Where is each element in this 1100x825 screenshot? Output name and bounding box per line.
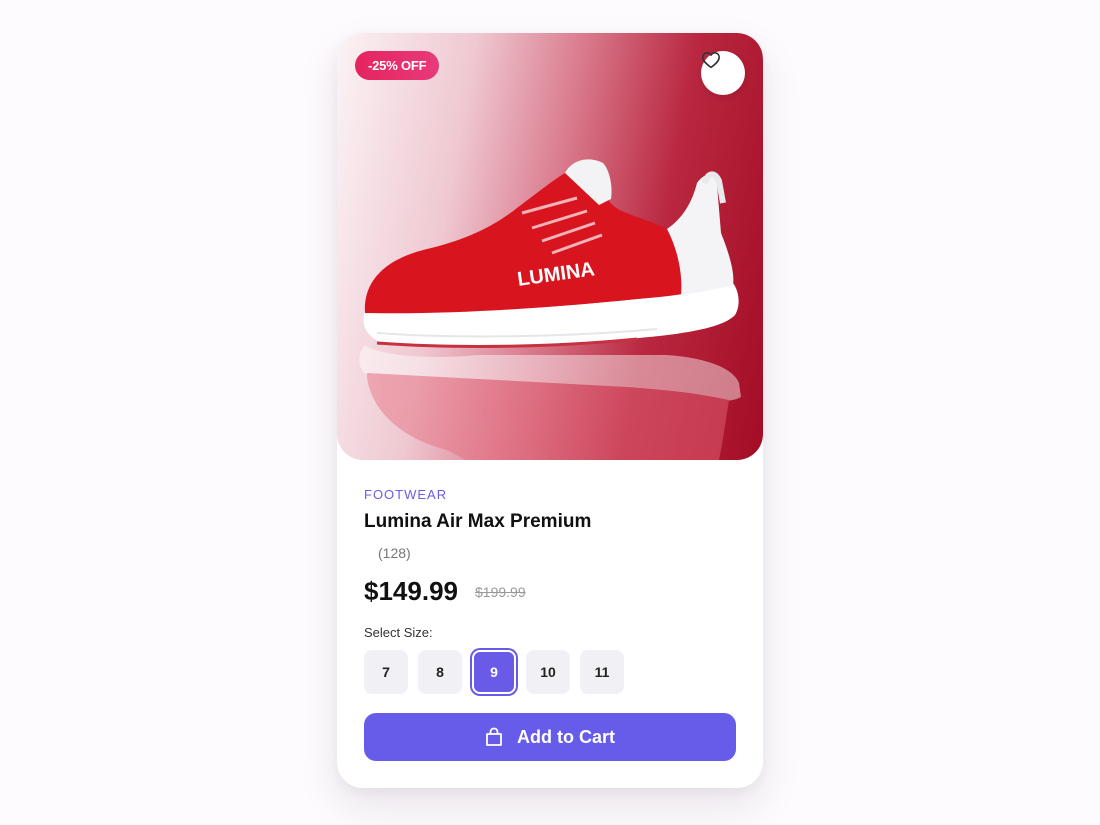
size-option-9[interactable]: 9 <box>472 650 516 694</box>
add-to-cart-label: Add to Cart <box>517 726 615 747</box>
size-option-10[interactable]: 10 <box>526 650 570 694</box>
current-price: $149.99 <box>364 576 458 606</box>
wishlist-button[interactable] <box>701 51 745 95</box>
size-option-8[interactable]: 8 <box>418 650 462 694</box>
product-title: Lumina Air Max Premium <box>364 511 592 532</box>
shoe-illustration: LUMINA <box>359 159 741 460</box>
original-price: $199.99 <box>475 584 526 600</box>
review-count: (128) <box>378 545 411 561</box>
size-label: Select Size: <box>364 625 433 640</box>
rating-stars <box>364 545 374 561</box>
product-image[interactable]: LUMINA -25% OFF <box>337 33 763 460</box>
product-category: FOOTWEAR <box>364 487 448 502</box>
size-option-11[interactable]: 11 <box>580 650 624 694</box>
size-selector: 7 8 9 10 11 <box>364 650 624 694</box>
rating-row: (128) <box>364 545 411 561</box>
product-card: LUMINA -25% OFF FOOTWEAR Lumina Air Max … <box>337 33 763 788</box>
discount-badge: -25% OFF <box>355 51 440 80</box>
shopping-bag-icon <box>486 727 502 746</box>
size-option-7[interactable]: 7 <box>364 650 408 694</box>
heart-icon <box>701 51 720 69</box>
add-to-cart-button[interactable]: Add to Cart <box>364 713 736 761</box>
